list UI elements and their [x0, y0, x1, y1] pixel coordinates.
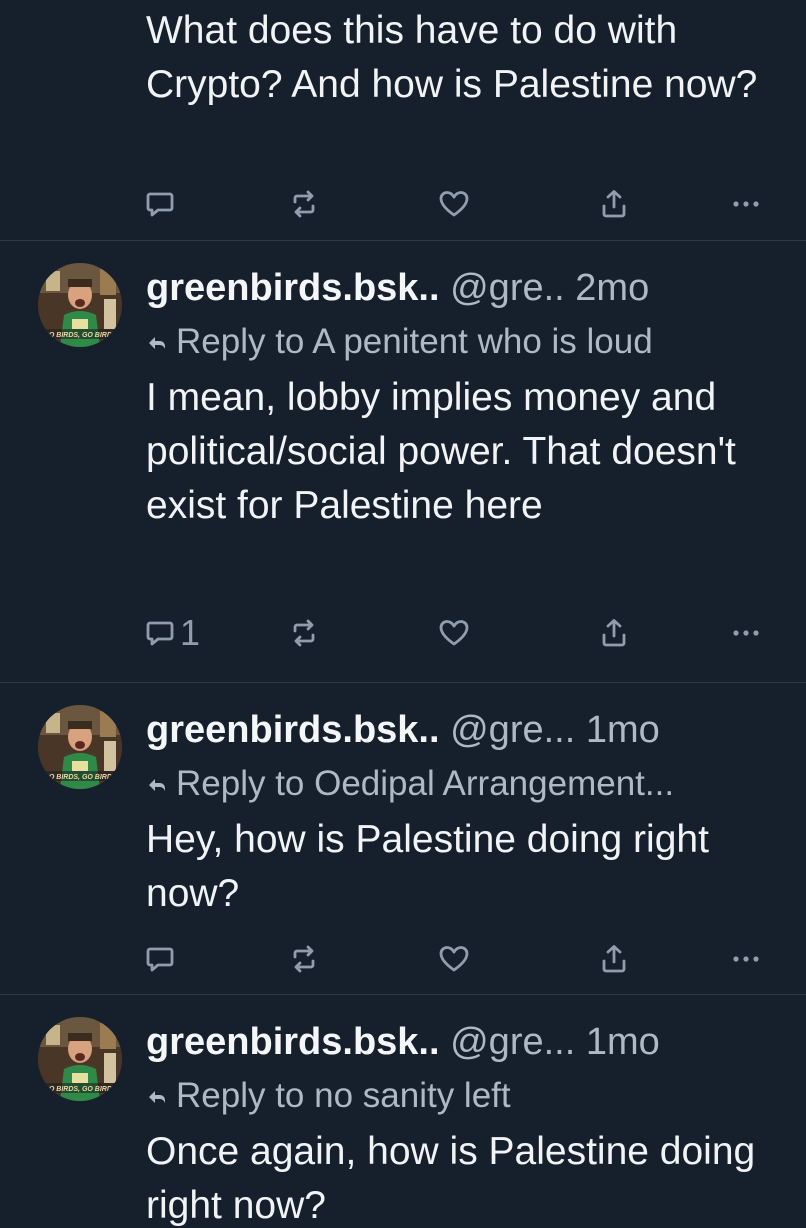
repost-arrows-icon	[288, 617, 320, 649]
post-body: I mean, lobby implies money and politica…	[146, 376, 736, 527]
repost-arrows-icon	[288, 188, 320, 220]
author-handle[interactable]: @gre...	[450, 709, 575, 751]
repost-button[interactable]	[288, 180, 320, 228]
author-handle[interactable]: @gre...	[450, 1021, 575, 1063]
post-time[interactable]: 1mo	[586, 709, 660, 751]
reply-button[interactable]	[144, 935, 180, 983]
share-button[interactable]	[598, 180, 630, 228]
post-body: What does this have to do with Crypto? A…	[146, 9, 758, 106]
post-3[interactable]: greenbirds.bsk.. @gre... 1mo Reply to no…	[0, 995, 806, 1228]
more-button[interactable]	[730, 935, 762, 983]
reply-to-text: Reply to A penitent who is loud	[176, 322, 653, 361]
heart-icon	[438, 943, 470, 975]
author-name[interactable]: greenbirds.bsk..	[146, 709, 440, 751]
repost-arrows-icon	[288, 943, 320, 975]
more-dots-icon	[730, 943, 762, 975]
share-button[interactable]	[598, 609, 630, 657]
post-header: greenbirds.bsk.. @gre... 1mo	[146, 705, 786, 755]
thread-feed: What does this have to do with Crypto? A…	[0, 0, 806, 1228]
author-name[interactable]: greenbirds.bsk..	[146, 1021, 440, 1063]
reply-arrow-icon	[146, 773, 168, 795]
avatar[interactable]	[38, 705, 122, 789]
avatar[interactable]	[38, 263, 122, 347]
reply-to-text: Reply to Oedipal Arrangement...	[176, 764, 675, 803]
post-time[interactable]: 1mo	[586, 1021, 660, 1063]
comment-bubble-icon	[144, 617, 176, 649]
share-upload-icon	[598, 617, 630, 649]
comment-bubble-icon	[144, 188, 176, 220]
avatar-image	[38, 705, 122, 789]
reply-to-line[interactable]: Reply to Oedipal Arrangement...	[146, 761, 796, 807]
comment-bubble-icon	[144, 943, 176, 975]
repost-button[interactable]	[288, 609, 320, 657]
reply-count: 1	[180, 612, 201, 653]
like-button[interactable]	[438, 180, 470, 228]
more-button[interactable]	[730, 609, 762, 657]
share-upload-icon	[598, 943, 630, 975]
like-button[interactable]	[438, 609, 470, 657]
share-upload-icon	[598, 188, 630, 220]
post-body: Hey, how is Palestine doing right now?	[146, 818, 709, 915]
like-button[interactable]	[438, 935, 470, 983]
avatar-image	[38, 263, 122, 347]
reply-to-line[interactable]: Reply to A penitent who is loud	[146, 319, 796, 365]
post-actions	[0, 180, 806, 228]
reply-to-text: Reply to no sanity left	[176, 1076, 511, 1115]
post-0[interactable]: What does this have to do with Crypto? A…	[0, 0, 806, 240]
post-actions: 1	[0, 609, 806, 657]
more-dots-icon	[730, 188, 762, 220]
author-name[interactable]: greenbirds.bsk..	[146, 267, 440, 309]
post-time[interactable]: 2mo	[575, 267, 649, 309]
post-actions	[0, 935, 806, 983]
reply-arrow-icon	[146, 331, 168, 353]
more-button[interactable]	[730, 180, 762, 228]
reply-button[interactable]: 1	[144, 609, 200, 657]
reply-arrow-icon	[146, 1085, 168, 1107]
post-header: greenbirds.bsk.. @gre... 1mo	[146, 1017, 786, 1067]
post-body: Once again, how is Palestine doing right…	[146, 1130, 756, 1227]
avatar[interactable]	[38, 1017, 122, 1101]
heart-icon	[438, 188, 470, 220]
repost-button[interactable]	[288, 935, 320, 983]
reply-button[interactable]	[144, 180, 180, 228]
avatar-image	[38, 1017, 122, 1101]
post-1[interactable]: greenbirds.bsk.. @gre.. 2mo Reply to A p…	[0, 241, 806, 681]
post-2[interactable]: greenbirds.bsk.. @gre... 1mo Reply to Oe…	[0, 683, 806, 993]
author-handle[interactable]: @gre..	[450, 267, 565, 309]
heart-icon	[438, 617, 470, 649]
reply-to-line[interactable]: Reply to no sanity left	[146, 1073, 796, 1119]
share-button[interactable]	[598, 935, 630, 983]
post-header: greenbirds.bsk.. @gre.. 2mo	[146, 263, 786, 313]
more-dots-icon	[730, 617, 762, 649]
